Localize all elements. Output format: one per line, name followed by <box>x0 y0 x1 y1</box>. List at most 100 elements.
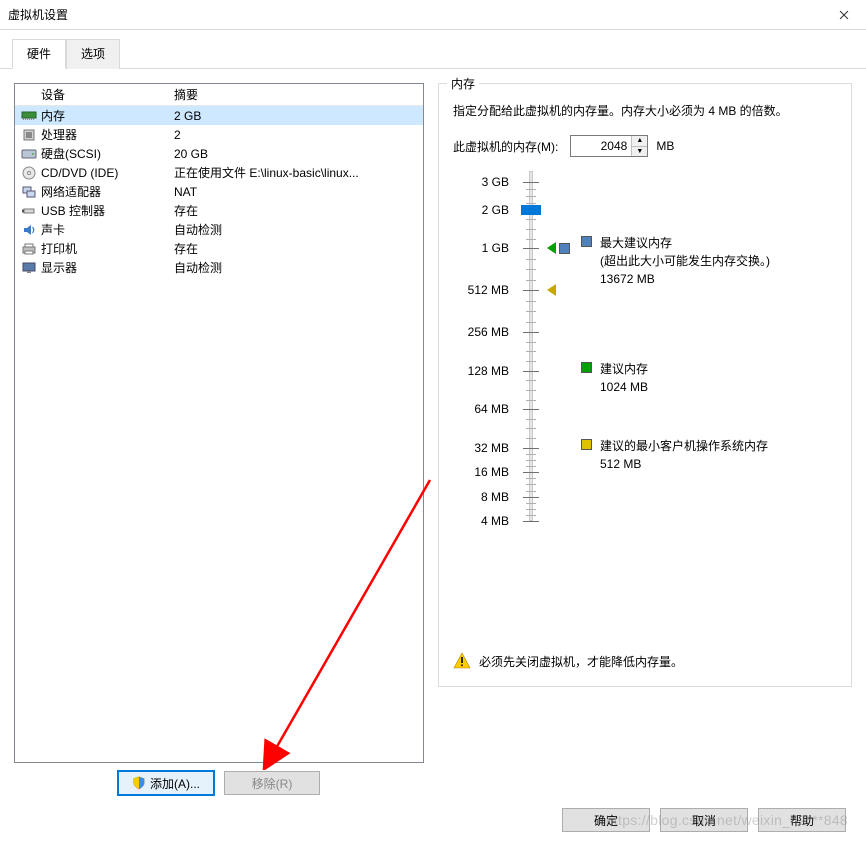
max-recommended-marker <box>547 242 570 254</box>
legend-text: 建议内存1024 MB <box>600 360 648 396</box>
slider-tick-label: 64 MB <box>474 402 509 416</box>
slider-tick <box>523 332 539 333</box>
hardware-summary-label: 20 GB <box>174 147 419 161</box>
warning-icon <box>453 652 471 670</box>
spin-buttons[interactable]: ▲ ▼ <box>631 136 647 156</box>
slider-tick-label: 32 MB <box>474 441 509 455</box>
hardware-summary-label: 存在 <box>174 240 419 257</box>
memory-warning-text: 必须先关闭虚拟机，才能降低内存量。 <box>479 653 683 670</box>
slider-track-wrap[interactable] <box>517 171 547 521</box>
header-summary: 摘要 <box>174 86 419 103</box>
hardware-device-label: 硬盘(SCSI) <box>39 145 174 162</box>
slider-tick-label: 4 MB <box>481 514 509 528</box>
memory-panel: 内存 指定分配给此虚拟机的内存量。内存大小必须为 4 MB 的倍数。 此虚拟机的… <box>438 83 852 795</box>
slider-tick-label: 1 GB <box>482 241 509 255</box>
hdd-icon <box>19 147 39 161</box>
hardware-row[interactable]: 内存2 GB <box>15 106 423 125</box>
hardware-device-label: 网络适配器 <box>39 183 174 200</box>
hardware-buttons: 添加(A)... 移除(R) <box>14 771 424 795</box>
hardware-summary-label: 正在使用文件 E:\linux-basic\linux... <box>174 164 419 181</box>
slider-tick-label: 2 GB <box>482 203 509 217</box>
legend-text: 最大建议内存(超出此大小可能发生内存交换。)13672 MB <box>600 234 770 288</box>
hardware-summary-label: 2 <box>174 128 419 142</box>
spin-down-icon[interactable]: ▼ <box>632 147 647 157</box>
help-button[interactable]: 帮助 <box>758 808 846 832</box>
min-guest-legend: 建议的最小客户机操作系统内存512 MB <box>581 437 768 473</box>
memory-input-row: 此虚拟机的内存(M): ▲ ▼ MB <box>453 135 837 157</box>
tab-hardware[interactable]: 硬件 <box>12 39 66 69</box>
slider-tick <box>523 248 539 249</box>
slider-tick-label: 3 GB <box>482 175 509 189</box>
memory-slider-area: 3 GB2 GB1 GB512 MB256 MB128 MB64 MB32 MB… <box>453 171 837 521</box>
hardware-summary-label: 自动检测 <box>174 221 419 238</box>
shield-icon <box>132 776 146 790</box>
hardware-row[interactable]: 硬盘(SCSI)20 GB <box>15 144 423 163</box>
hardware-device-label: 处理器 <box>39 126 174 143</box>
dialog-footer: 确定 取消 帮助 <box>562 808 846 832</box>
hardware-device-label: 内存 <box>39 107 174 124</box>
close-button[interactable] <box>821 0 866 30</box>
sound-icon <box>19 223 39 237</box>
slider-tick-label: 256 MB <box>468 325 509 339</box>
cddvd-icon <box>19 166 39 180</box>
printer-icon <box>19 242 39 256</box>
hardware-row[interactable]: 网络适配器NAT <box>15 182 423 201</box>
tabs: 硬件 选项 <box>0 30 866 69</box>
hardware-row[interactable]: 显示器自动检测 <box>15 258 423 277</box>
header-device: 设备 <box>19 86 174 103</box>
slider-tick <box>523 409 539 410</box>
tab-options[interactable]: 选项 <box>66 39 120 69</box>
recommended-legend: 建议内存1024 MB <box>581 360 648 396</box>
memory-spinbox[interactable]: ▲ ▼ <box>570 135 648 157</box>
slider-tick <box>523 472 539 473</box>
slider-tick-label: 128 MB <box>468 364 509 378</box>
slider-thumb[interactable] <box>521 205 541 215</box>
hardware-device-label: 显示器 <box>39 259 174 276</box>
window-title: 虚拟机设置 <box>8 6 821 23</box>
display-icon <box>19 261 39 275</box>
hardware-device-label: 打印机 <box>39 240 174 257</box>
square-icon <box>559 243 570 254</box>
spin-up-icon[interactable]: ▲ <box>632 136 647 147</box>
memory-input[interactable] <box>571 136 631 156</box>
triangle-icon <box>547 284 556 296</box>
memory-group-title: 内存 <box>447 75 479 92</box>
usb-icon <box>19 204 39 218</box>
remove-button-label: 移除(R) <box>252 775 293 792</box>
remove-button: 移除(R) <box>224 771 320 795</box>
slider-tick <box>523 497 539 498</box>
memory-legend: 最大建议内存(超出此大小可能发生内存交换。)13672 MB 建议内存1024 M… <box>581 171 837 521</box>
memory-groupbox: 内存 指定分配给此虚拟机的内存量。内存大小必须为 4 MB 的倍数。 此虚拟机的… <box>438 83 852 687</box>
content: 设备 摘要 内存2 GB处理器2硬盘(SCSI)20 GBCD/DVD (IDE… <box>0 69 866 799</box>
close-icon <box>839 10 849 20</box>
memory-field-label: 此虚拟机的内存(M): <box>453 138 558 155</box>
memory-icon <box>19 109 39 123</box>
slider-tick <box>523 182 539 183</box>
add-button-label: 添加(A)... <box>150 775 200 792</box>
hardware-summary-label: 存在 <box>174 202 419 219</box>
legend-color-icon <box>581 439 592 450</box>
cancel-button[interactable]: 取消 <box>660 808 748 832</box>
ok-button[interactable]: 确定 <box>562 808 650 832</box>
legend-text: 建议的最小客户机操作系统内存512 MB <box>600 437 768 473</box>
slider-tick-label: 8 MB <box>481 490 509 504</box>
hardware-device-label: 声卡 <box>39 221 174 238</box>
max-recommended-legend: 最大建议内存(超出此大小可能发生内存交换。)13672 MB <box>581 234 770 288</box>
hardware-summary-label: 2 GB <box>174 109 419 123</box>
hardware-row[interactable]: 声卡自动检测 <box>15 220 423 239</box>
memory-unit: MB <box>656 139 674 153</box>
triangle-icon <box>547 242 556 254</box>
hardware-device-label: USB 控制器 <box>39 202 174 219</box>
hardware-list[interactable]: 设备 摘要 内存2 GB处理器2硬盘(SCSI)20 GBCD/DVD (IDE… <box>14 83 424 763</box>
add-button[interactable]: 添加(A)... <box>118 771 214 795</box>
hardware-row[interactable]: USB 控制器存在 <box>15 201 423 220</box>
hardware-row[interactable]: 处理器2 <box>15 125 423 144</box>
hardware-row[interactable]: 打印机存在 <box>15 239 423 258</box>
hardware-row[interactable]: CD/DVD (IDE)正在使用文件 E:\linux-basic\linux.… <box>15 163 423 182</box>
legend-color-icon <box>581 362 592 373</box>
network-icon <box>19 185 39 199</box>
hardware-summary-label: NAT <box>174 185 419 199</box>
slider-tick-label: 16 MB <box>474 465 509 479</box>
slider-track <box>529 171 533 521</box>
memory-warning: 必须先关闭虚拟机，才能降低内存量。 <box>453 652 837 670</box>
